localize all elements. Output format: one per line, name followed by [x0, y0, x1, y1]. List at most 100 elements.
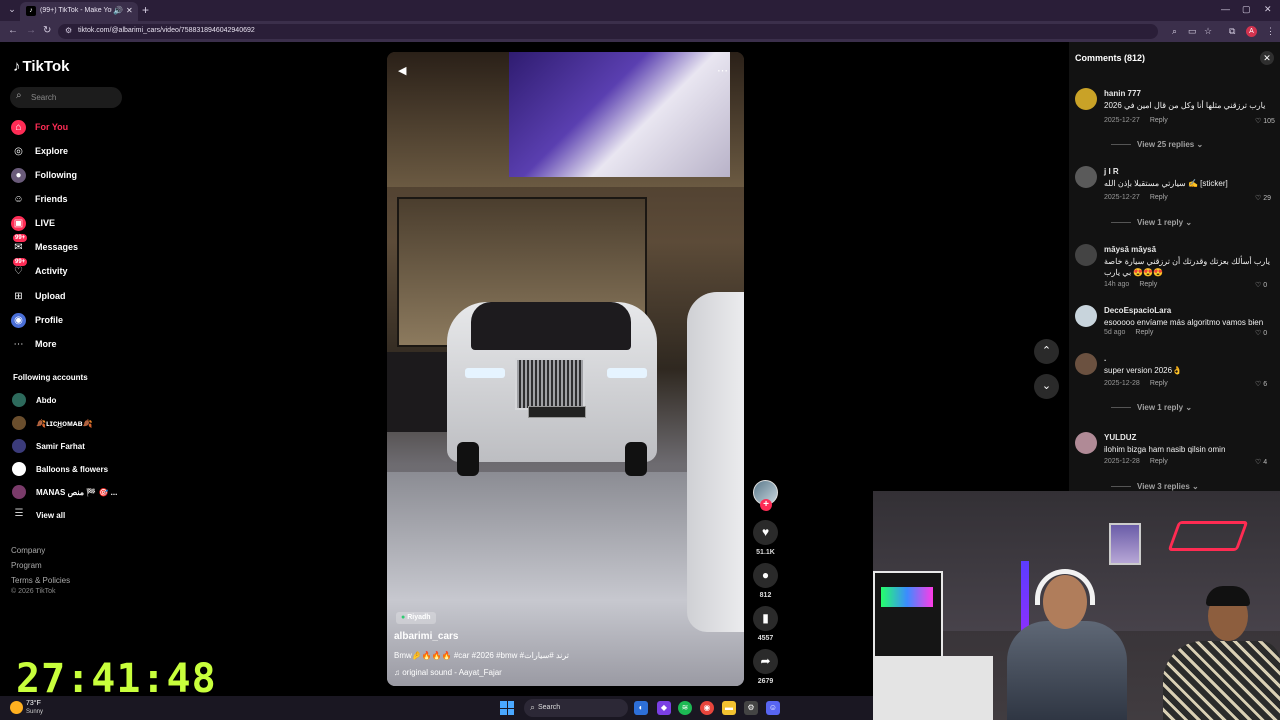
video-sound[interactable]: ♫ original sound - Aayat_Fajar: [394, 668, 502, 677]
address-bar[interactable]: ⚙ tiktok.com/@albarimi_cars/video/758831…: [58, 24, 1158, 39]
comment-username[interactable]: māysā māysā: [1104, 245, 1156, 254]
volume-icon[interactable]: ◀: [398, 64, 406, 77]
footer-link-company[interactable]: Company: [11, 546, 45, 555]
like-button[interactable]: ♥: [753, 520, 778, 545]
bookmark-star-icon[interactable]: ☆: [1204, 26, 1212, 37]
sidebar-item-following[interactable]: ● Following: [11, 166, 121, 186]
following-account[interactable]: Samir Farhat: [12, 438, 122, 454]
previous-video-button[interactable]: ⌃: [1034, 339, 1059, 364]
following-account[interactable]: MANAS منص 🏁 🎯 ...: [12, 484, 122, 500]
video-scene-car-windshield: [471, 302, 631, 350]
save-button[interactable]: ▮: [753, 606, 778, 631]
follow-plus-icon[interactable]: +: [760, 499, 772, 511]
app-icon-purple[interactable]: ◆: [657, 701, 671, 715]
comment-username[interactable]: j I R: [1104, 167, 1119, 176]
file-explorer-icon[interactable]: ▬: [722, 701, 736, 715]
comment-username[interactable]: YULDUZ: [1104, 433, 1136, 442]
video-more-icon[interactable]: ⋯: [717, 64, 728, 77]
reply-button[interactable]: Reply: [1135, 329, 1153, 336]
avatar[interactable]: [1075, 166, 1097, 188]
comment-username[interactable]: DecoEspacioLara: [1104, 306, 1171, 315]
sidebar-item-profile[interactable]: ◉ Profile: [11, 311, 121, 331]
sidebar-item-for-you[interactable]: ⌂ For You: [11, 118, 121, 138]
comment-like-button[interactable]: ♡ 0: [1255, 329, 1267, 337]
next-video-button[interactable]: ⌄: [1034, 374, 1059, 399]
taskbar-search[interactable]: ⌕ Search: [524, 699, 628, 717]
sidebar-item-messages[interactable]: ✉ 99+ Messages: [11, 234, 121, 258]
comment-username[interactable]: hanin 777: [1104, 89, 1141, 98]
tab-close-icon[interactable]: ✕: [126, 6, 133, 15]
sidebar-item-live[interactable]: ▣ LIVE: [11, 214, 121, 234]
sidebar-item-label: More: [35, 339, 57, 349]
reply-button[interactable]: Reply: [1150, 194, 1168, 201]
share-button[interactable]: ➦: [753, 649, 778, 674]
site-info-icon[interactable]: ⚙: [65, 26, 72, 35]
browser-tab-tiktok[interactable]: ♪ (99+) TikTok - Make Your Day 🔊 ✕: [20, 2, 138, 21]
reply-button[interactable]: Reply: [1150, 117, 1168, 124]
profile-avatar-icon[interactable]: A: [1246, 26, 1257, 37]
avatar[interactable]: [1075, 305, 1097, 327]
copilot-icon[interactable]: ◐: [634, 701, 648, 715]
comment-like-button[interactable]: ♡ 6: [1255, 380, 1267, 388]
comment-date: 2025-12-28: [1104, 380, 1140, 387]
minimize-button[interactable]: —: [1221, 4, 1230, 14]
discord-icon[interactable]: ☺: [766, 701, 780, 715]
webcam-desk: [873, 656, 993, 720]
maximize-button[interactable]: ▢: [1242, 4, 1251, 15]
app-icon-settings[interactable]: ⚙: [744, 701, 758, 715]
new-tab-button[interactable]: +: [142, 3, 149, 17]
comment-like-button[interactable]: ♡ 105: [1255, 117, 1275, 125]
cast-icon[interactable]: ▭: [1188, 26, 1197, 37]
video-author[interactable]: albarimi_cars: [394, 631, 459, 642]
tab-list-button[interactable]: ⌄: [5, 4, 19, 17]
tiktok-logo[interactable]: ♪ TikTok: [13, 58, 69, 75]
location-badge[interactable]: ● Riyadh: [396, 612, 436, 624]
comment-button[interactable]: ●: [753, 563, 778, 588]
forward-icon[interactable]: →: [26, 25, 36, 36]
reply-button[interactable]: Reply: [1150, 380, 1168, 387]
sidebar-item-upload[interactable]: ⊞ Upload: [11, 287, 121, 307]
view-all-label: View all: [36, 511, 66, 520]
sidebar-item-friends[interactable]: ☺ Friends: [11, 190, 121, 210]
avatar[interactable]: [1075, 88, 1097, 110]
windows-start-icon[interactable]: [500, 701, 514, 715]
browser-menu-icon[interactable]: ⋮: [1266, 26, 1275, 37]
avatar[interactable]: [1075, 353, 1097, 375]
spotify-icon[interactable]: ≋: [678, 701, 692, 715]
weather-condition: Sunny: [26, 709, 44, 715]
view-replies-button[interactable]: View 1 reply ⌄: [1111, 218, 1192, 227]
comment-like-count: 6: [1263, 381, 1268, 388]
view-replies-button[interactable]: View 3 replies ⌄: [1111, 482, 1199, 491]
view-replies-button[interactable]: View 25 replies ⌄: [1111, 140, 1203, 149]
extensions-icon[interactable]: ⧉: [1229, 26, 1235, 37]
close-comments-icon[interactable]: ✕: [1260, 51, 1274, 65]
reply-button[interactable]: Reply: [1139, 281, 1157, 288]
avatar[interactable]: [1075, 432, 1097, 454]
sidebar-item-explore[interactable]: ◎ Explore: [11, 142, 121, 162]
following-account[interactable]: Balloons & flowers: [12, 461, 122, 477]
avatar[interactable]: [1075, 244, 1097, 266]
zoom-icon[interactable]: ⌕: [1172, 26, 1177, 37]
video-player[interactable]: ◀ ⋯ ● Riyadh albarimi_cars Bmw🤌🔥🔥🔥 #car #…: [387, 52, 744, 686]
sidebar-item-activity[interactable]: ♡ 99+ Activity: [11, 258, 121, 282]
view-all-button[interactable]: ☰ View all: [12, 507, 122, 523]
back-icon[interactable]: ←: [8, 25, 18, 36]
comment-like-button[interactable]: ♡ 4: [1255, 458, 1267, 466]
chrome-icon[interactable]: ◉: [700, 701, 714, 715]
comment-username[interactable]: .: [1104, 354, 1106, 363]
footer-link-terms[interactable]: Terms & Policies: [11, 576, 70, 585]
comment-like-button[interactable]: ♡ 0: [1255, 281, 1267, 289]
video-scene-headlight-left: [465, 368, 505, 378]
sidebar-item-more[interactable]: ⋯ More: [11, 335, 121, 355]
reload-icon[interactable]: ↻: [43, 25, 51, 36]
tab-audio-icon[interactable]: 🔊: [113, 6, 123, 15]
close-window-button[interactable]: ✕: [1264, 4, 1272, 15]
search-input[interactable]: ⌕ Search: [10, 87, 122, 108]
comment-like-button[interactable]: ♡ 29: [1255, 194, 1271, 202]
reply-button[interactable]: Reply: [1150, 458, 1168, 465]
following-account[interactable]: Abdo: [12, 392, 122, 408]
following-account[interactable]: 🍂ʟɪᴄ͜ʜᴏᴍᴀʙ🍂: [12, 415, 122, 431]
footer-link-program[interactable]: Program: [11, 561, 42, 570]
view-replies-button[interactable]: View 1 reply ⌄: [1111, 403, 1192, 412]
account-name: Abdo: [36, 396, 57, 405]
